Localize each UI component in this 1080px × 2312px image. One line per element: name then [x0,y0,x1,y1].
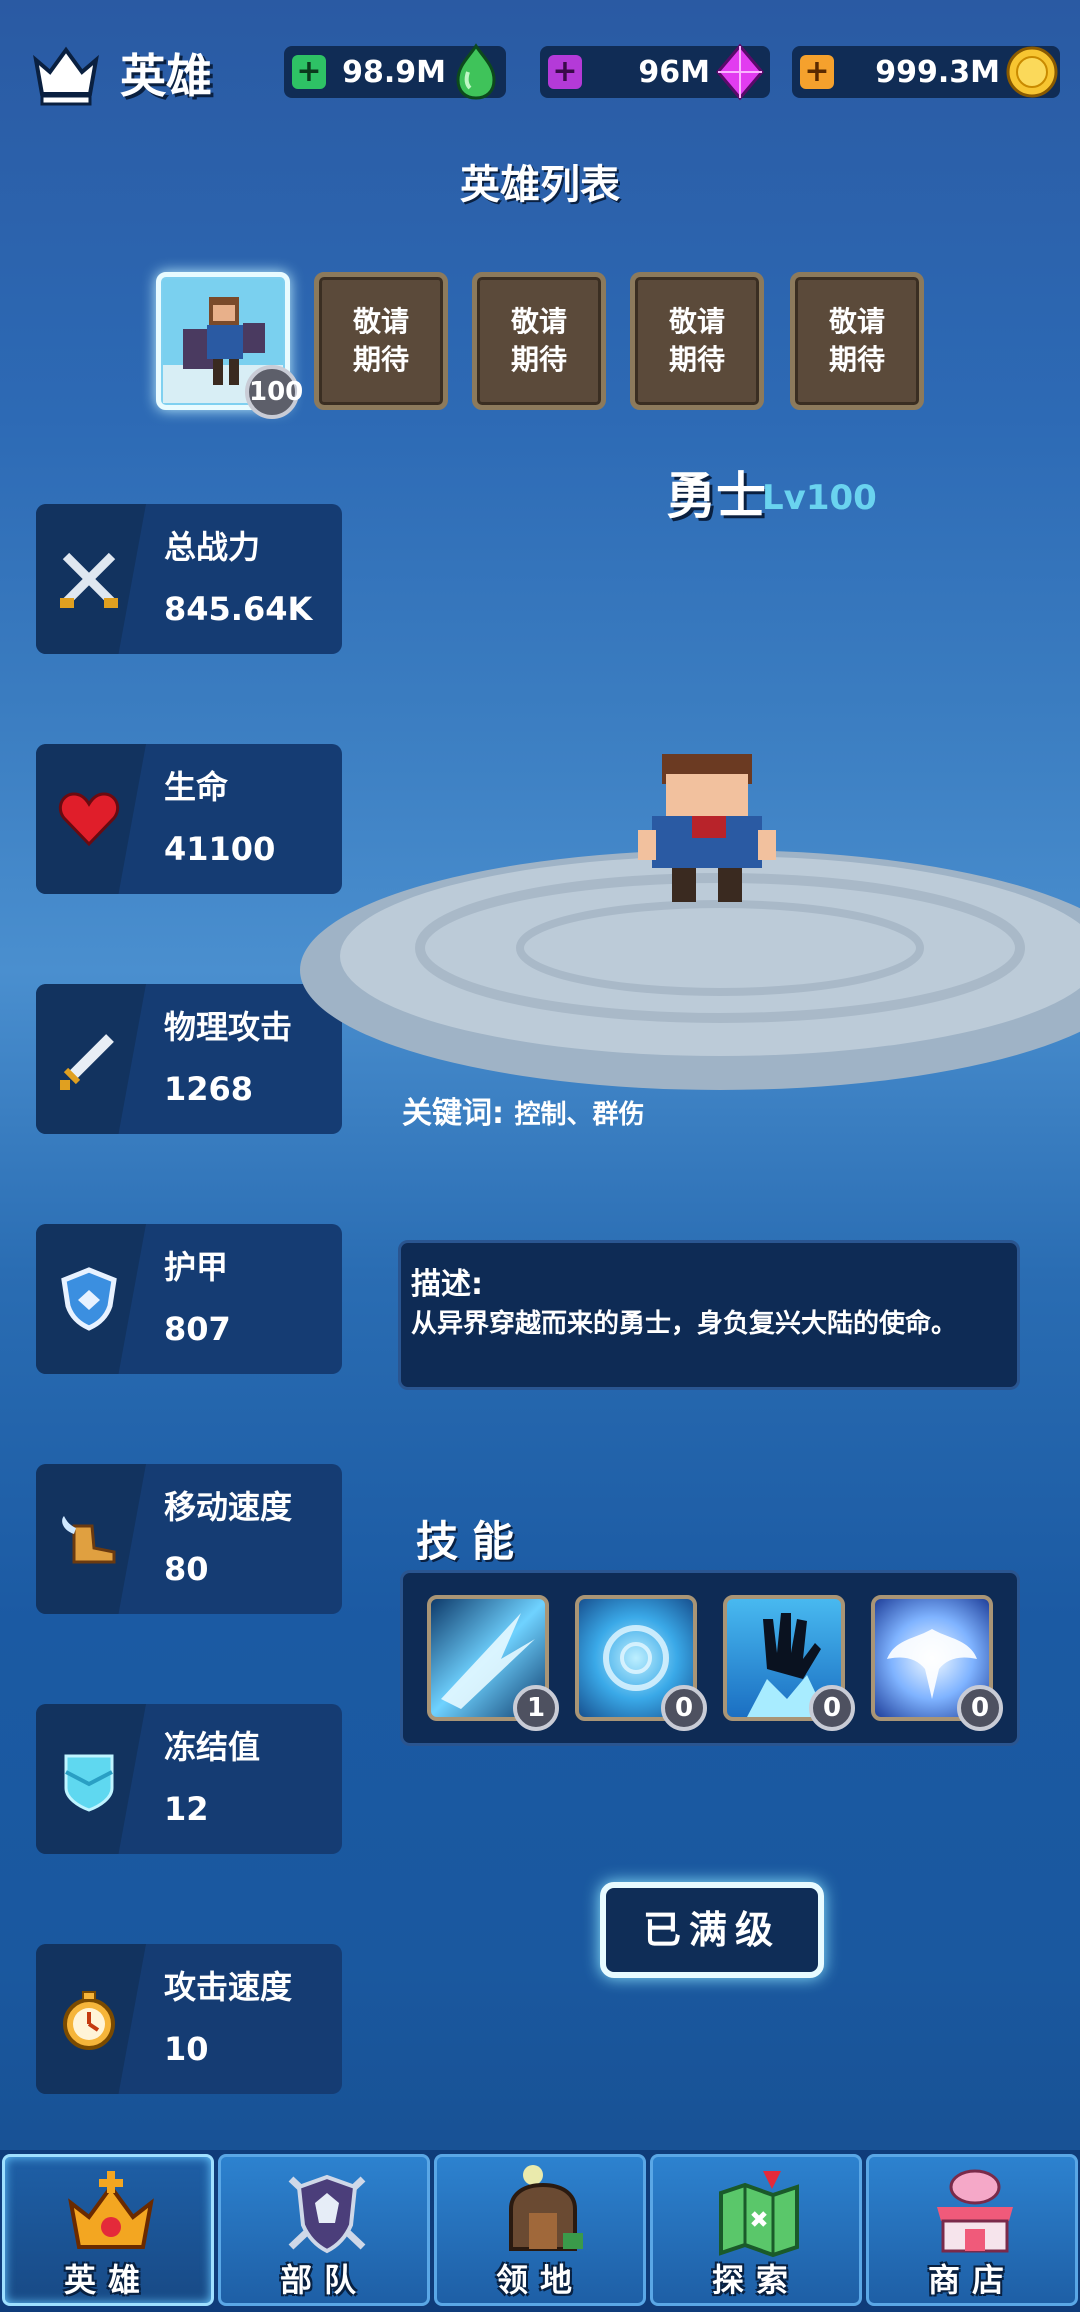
skills-title: 技能 [416,1517,529,1566]
crossed-swords-icon [60,552,118,608]
stat-physical-attack: 物理攻击 1268 [36,984,342,1134]
shield-icon [61,1267,117,1331]
wolf-shield-icon [288,2174,366,2254]
map-icon [719,2171,799,2258]
stat-armor: 护甲 807 [36,1224,342,1374]
hero-stage-scene [300,754,1080,1090]
stat-freeze: 冻结值 12 [36,1704,342,1854]
hero-slot-locked[interactable]: 敬请 期待 [472,272,606,410]
green-gem-icon [456,43,496,100]
house-door-icon [509,2165,583,2251]
page-title: 英雄 [120,49,212,103]
hero-slot-locked[interactable]: 敬请 期待 [630,272,764,410]
hero-slot-locked[interactable]: 敬请 期待 [314,272,448,410]
crown-icon [33,46,99,106]
tab-explore[interactable]: 探索 [650,2154,862,2306]
hero-level-badge: 100 [245,365,303,419]
max-level-button[interactable]: 已满级 [600,1882,824,1978]
top-bar: 英雄 + 98.9M + 96M + 999.3M [0,0,1080,150]
tab-troops[interactable]: 部队 [218,2154,430,2306]
hero-keywords: 关键词: 控制、群伤 [402,1088,644,1132]
add-purple-diamond-button[interactable]: + [548,55,582,89]
hero-name: 勇士 [666,467,766,525]
keywords-label: 关键词: [402,1096,504,1131]
gold-coin-icon [1006,46,1058,98]
stat-move-speed: 移动速度 80 [36,1464,342,1614]
resource-green-gem[interactable]: + 98.9M [284,43,506,100]
tab-territory[interactable]: 领地 [434,2154,646,2306]
skill-slot-1[interactable]: 1 [427,1595,559,1731]
hero-list-title: 英雄列表 [460,162,620,208]
crown-icon [68,2171,154,2249]
resource-purple-diamond[interactable]: + 96M [540,43,770,101]
bottom-nav: 英雄 部队 领地 探索 商店 [0,2150,1080,2312]
purple-diamond-icon [716,43,764,101]
add-gold-coin-button[interactable]: + [800,55,834,89]
keywords-value: 控制、群伤 [514,1100,645,1130]
tab-hero[interactable]: 英雄 [2,2154,214,2306]
stat-attack-speed: 攻击速度 10 [36,1944,342,2094]
skill-slot-4[interactable]: 0 [871,1595,1003,1731]
ice-shield-icon [64,1754,114,1812]
shop-icon [937,2169,1013,2253]
tab-shop[interactable]: 商店 [866,2154,1078,2306]
resource-gold-coin[interactable]: + 999.3M [792,46,1060,98]
skill-slot-3[interactable]: 0 [723,1595,855,1731]
stat-health: 生命 41100 [36,744,342,894]
heart-icon [58,792,120,847]
hero-level: Lv100 [762,478,877,518]
hero-slot-locked[interactable]: 敬请 期待 [790,272,924,410]
stopwatch-icon [63,1991,115,2050]
sword-icon [60,1034,114,1090]
skills-panel: 1 0 0 0 [400,1570,1020,1746]
hero-description-box: 描述: 从异界穿越而来的勇士，身负复兴大陆的使命。 [398,1240,1020,1390]
skill-slot-2[interactable]: 0 [575,1595,707,1731]
stat-total-power: 总战力 845.64K [36,504,342,654]
hero-slot-selected[interactable]: 100 [156,272,303,419]
winged-boot-icon [62,1516,116,1564]
add-green-gem-button[interactable]: + [292,55,326,89]
